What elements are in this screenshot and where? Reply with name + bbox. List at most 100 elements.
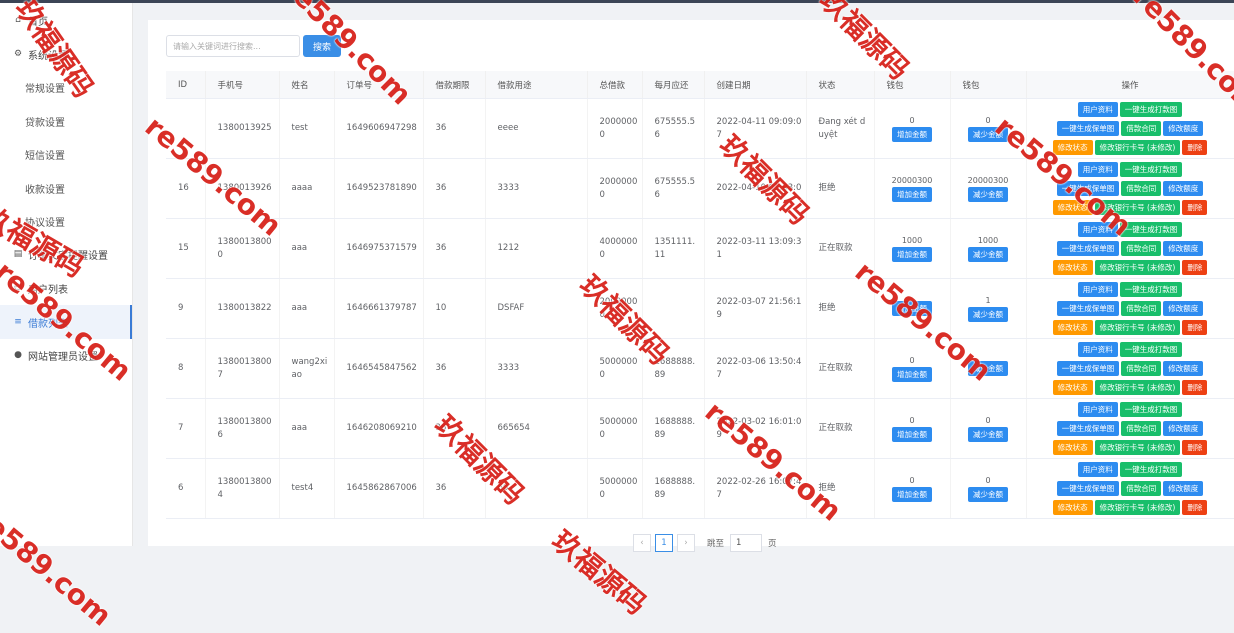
add-amount-button[interactable]: 增加金额	[892, 246, 932, 262]
wallet-amount: 0	[909, 415, 915, 425]
add-amount-button[interactable]: 增加金额	[892, 126, 932, 142]
delete-button[interactable]: 删除	[1182, 440, 1208, 455]
gear-icon: ⚙	[13, 49, 23, 59]
generate-guarantee-button[interactable]: 一键生成保单图	[1056, 481, 1120, 496]
edit-amount-button[interactable]: 修改额度	[1163, 361, 1204, 376]
sidebar-item-agreement-settings[interactable]: 协议设置	[0, 206, 132, 236]
generate-receipt-button[interactable]: 一键生成打款图	[1119, 102, 1183, 117]
cell-actions: 用户资料 一键生成打款图一键生成保单图 借款合同 修改额度修改状态 修改银行卡号 (未修…	[1026, 338, 1234, 399]
loan-contract-button[interactable]: 借款合同	[1121, 361, 1162, 376]
add-amount-button[interactable]: 增加金额	[892, 486, 932, 502]
delete-button[interactable]: 删除	[1182, 500, 1208, 515]
edit-status-button[interactable]: 修改状态	[1052, 140, 1093, 155]
cell-wallet: 1 减少金额	[950, 278, 1027, 339]
delete-button[interactable]: 删除	[1182, 320, 1208, 335]
sidebar-item-payment-settings[interactable]: 收款设置	[0, 173, 132, 203]
user-info-button[interactable]: 用户资料	[1077, 102, 1118, 117]
edit-status-button[interactable]: 修改状态	[1052, 200, 1093, 215]
generate-receipt-button[interactable]: 一键生成打款图	[1119, 402, 1183, 417]
generate-receipt-button[interactable]: 一键生成打款图	[1119, 282, 1183, 297]
sidebar-item-loan-list[interactable]: ≡ 借款列表	[0, 305, 132, 339]
sidebar-item-label: 收款设置	[25, 184, 65, 196]
add-amount-button[interactable]: 增加金额	[892, 426, 932, 442]
cell-name: aaa	[279, 218, 335, 279]
generate-guarantee-button[interactable]: 一键生成保单图	[1056, 121, 1120, 136]
generate-receipt-button[interactable]: 一键生成打款图	[1119, 462, 1183, 477]
edit-amount-button[interactable]: 修改额度	[1163, 241, 1204, 256]
edit-bank-card-button[interactable]: 修改银行卡号 (未修改)	[1094, 260, 1181, 275]
reduce-amount-button[interactable]: 减少金额	[968, 306, 1008, 322]
loan-contract-button[interactable]: 借款合同	[1121, 301, 1162, 316]
edit-bank-card-button[interactable]: 修改银行卡号 (未修改)	[1094, 500, 1181, 515]
users-icon: ⚇	[13, 283, 23, 293]
jump-page-input[interactable]: 1	[730, 534, 763, 552]
edit-bank-card-button[interactable]: 修改银行卡号 (未修改)	[1094, 320, 1181, 335]
search-button[interactable]: 搜索	[303, 35, 341, 57]
edit-status-button[interactable]: 修改状态	[1052, 440, 1093, 455]
sidebar-item-label: 用户列表	[28, 284, 68, 296]
loan-contract-button[interactable]: 借款合同	[1121, 121, 1162, 136]
generate-receipt-button[interactable]: 一键生成打款图	[1119, 342, 1183, 357]
sidebar-item-admin-settings[interactable]: ● 网站管理员设置	[0, 340, 132, 370]
edit-amount-button[interactable]: 修改额度	[1163, 301, 1204, 316]
sidebar-item-system-settings[interactable]: ⚙ 系统设置	[0, 39, 132, 69]
sidebar-item-sms-settings[interactable]: 短信设置	[0, 139, 132, 169]
generate-guarantee-button[interactable]: 一键生成保单图	[1056, 301, 1120, 316]
edit-amount-button[interactable]: 修改额度	[1163, 121, 1204, 136]
generate-guarantee-button[interactable]: 一键生成保单图	[1056, 361, 1120, 376]
reduce-amount-button[interactable]: 减少金额	[968, 426, 1008, 442]
user-info-button[interactable]: 用户资料	[1077, 222, 1118, 237]
loan-contract-button[interactable]: 借款合同	[1121, 421, 1162, 436]
delete-button[interactable]: 删除	[1182, 200, 1208, 215]
edit-status-button[interactable]: 修改状态	[1052, 500, 1093, 515]
prev-page-button[interactable]: ‹	[633, 534, 651, 552]
reduce-amount-button[interactable]: 减少金额	[968, 126, 1008, 142]
actions-line: 一键生成保单图 借款合同 修改额度	[1027, 419, 1234, 438]
edit-status-button[interactable]: 修改状态	[1052, 380, 1093, 395]
edit-amount-button[interactable]: 修改额度	[1163, 421, 1204, 436]
generate-guarantee-button[interactable]: 一键生成保单图	[1056, 421, 1120, 436]
sidebar-item-general-settings[interactable]: 常规设置	[0, 72, 132, 102]
user-info-button[interactable]: 用户资料	[1077, 282, 1118, 297]
user-info-button[interactable]: 用户资料	[1077, 342, 1118, 357]
edit-amount-button[interactable]: 修改额度	[1163, 481, 1204, 496]
add-amount-button[interactable]: 增加金额	[892, 366, 932, 382]
edit-bank-card-button[interactable]: 修改银行卡号 (未修改)	[1094, 440, 1181, 455]
cell-purpose: 66	[485, 458, 588, 519]
edit-bank-card-button[interactable]: 修改银行卡号 (未修改)	[1094, 200, 1181, 215]
next-page-button[interactable]: ›	[677, 534, 695, 552]
sidebar-item-label: 首页	[28, 16, 48, 28]
edit-amount-button[interactable]: 修改额度	[1163, 181, 1204, 196]
reduce-amount-button[interactable]: 减少金额	[968, 186, 1008, 202]
reduce-amount-button[interactable]: 减少金额	[968, 361, 1008, 376]
page-number-button[interactable]: 1	[655, 534, 673, 552]
add-amount-button[interactable]: 增加金额	[892, 186, 932, 202]
sidebar-item-order-reminder[interactable]: ▤ 订单文字提醒设置	[0, 239, 132, 269]
add-amount-button[interactable]: 增加金额	[892, 301, 932, 316]
reduce-amount-button[interactable]: 减少金额	[968, 486, 1008, 502]
edit-bank-card-button[interactable]: 修改银行卡号 (未修改)	[1094, 140, 1181, 155]
loan-contract-button[interactable]: 借款合同	[1121, 481, 1162, 496]
edit-status-button[interactable]: 修改状态	[1052, 320, 1093, 335]
delete-button[interactable]: 删除	[1182, 260, 1208, 275]
sidebar-item-home[interactable]: ⌂ 首页	[0, 5, 132, 35]
loan-contract-button[interactable]: 借款合同	[1121, 181, 1162, 196]
user-info-button[interactable]: 用户资料	[1077, 462, 1118, 477]
reduce-amount-button[interactable]: 减少金额	[968, 246, 1008, 262]
edit-bank-card-button[interactable]: 修改银行卡号 (未修改)	[1094, 380, 1181, 395]
search-input[interactable]	[166, 35, 300, 57]
user-info-button[interactable]: 用户资料	[1077, 402, 1118, 417]
delete-button[interactable]: 删除	[1182, 380, 1208, 395]
cell-actions: 用户资料 一键生成打款图一键生成保单图 借款合同 修改额度修改状态 修改银行卡号 (未修…	[1026, 278, 1234, 339]
generate-receipt-button[interactable]: 一键生成打款图	[1119, 222, 1183, 237]
generate-guarantee-button[interactable]: 一键生成保单图	[1056, 181, 1120, 196]
loan-contract-button[interactable]: 借款合同	[1121, 241, 1162, 256]
delete-button[interactable]: 删除	[1182, 140, 1208, 155]
edit-status-button[interactable]: 修改状态	[1052, 260, 1093, 275]
sidebar-item-user-list[interactable]: ⚇ 用户列表	[0, 273, 132, 303]
cell-id: 6	[166, 458, 206, 519]
sidebar-item-loan-settings[interactable]: 贷款设置	[0, 106, 132, 136]
user-info-button[interactable]: 用户资料	[1077, 162, 1118, 177]
generate-guarantee-button[interactable]: 一键生成保单图	[1056, 241, 1120, 256]
generate-receipt-button[interactable]: 一键生成打款图	[1119, 162, 1183, 177]
